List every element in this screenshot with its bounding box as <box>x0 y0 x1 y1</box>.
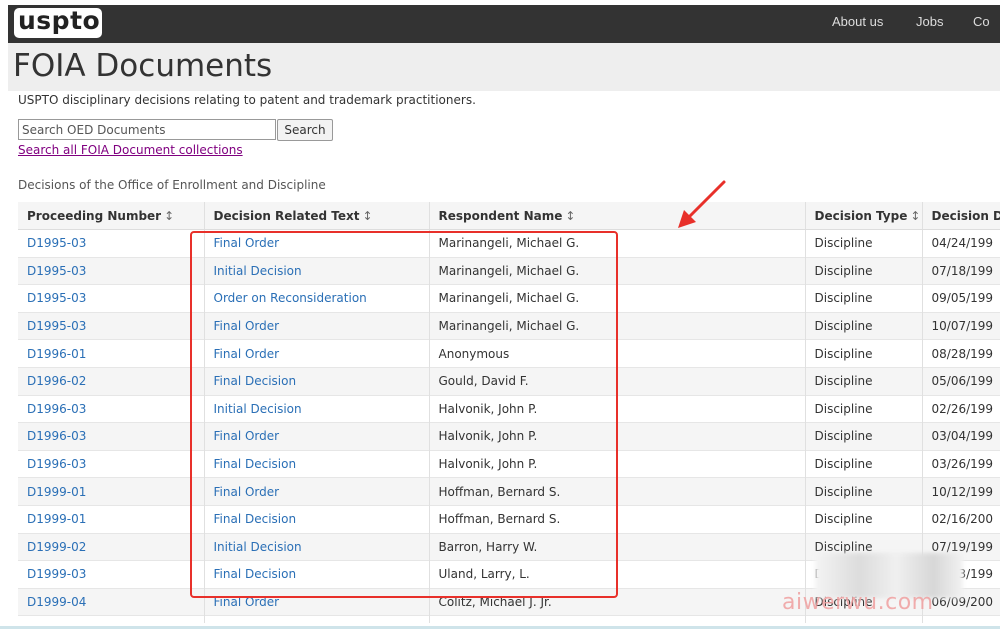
decision-type-cell: Discipline <box>804 394 922 423</box>
top-navbar: uspto About us Jobs Co <box>8 5 1000 43</box>
search-all-collections-link[interactable]: Search all FOIA Document collections <box>18 143 243 157</box>
decision-type-cell: Discipline <box>804 477 922 506</box>
proceeding-number-cell[interactable]: D1995-03 <box>18 284 204 313</box>
red-highlight-box <box>190 231 618 598</box>
sort-icon[interactable]: ↕ <box>363 209 373 223</box>
column-header-label: Decision Related Text <box>213 208 360 223</box>
decision-type-cell: Discipline <box>804 504 922 534</box>
sort-icon[interactable]: ↕ <box>565 209 575 223</box>
nav-contact[interactable]: Co <box>973 14 990 29</box>
decision-date-cell: 09/05/199 <box>921 284 1000 313</box>
red-arrow-icon <box>678 180 726 228</box>
decision-type-cell: Discipline <box>804 449 922 478</box>
nav-about-us[interactable]: About us <box>832 14 883 29</box>
table-row: D1999-05Initial DecisionGarmon, Judith F… <box>18 615 1000 623</box>
proceeding-number-cell[interactable]: D1996-03 <box>18 422 204 451</box>
proceeding-number-cell[interactable]: D1995-03 <box>18 256 204 285</box>
title-bar: FOIA Documents <box>8 43 1000 91</box>
decision-date-cell: 05/06/199 <box>921 366 1000 396</box>
search-button[interactable]: Search <box>277 119 333 141</box>
proceeding-number-cell[interactable]: D1995-03 <box>18 311 204 340</box>
column-header-label: Respondent Name <box>438 208 563 223</box>
decision-date-cell: 02/16/200 <box>921 504 1000 534</box>
proceeding-number-cell[interactable]: D1995-03 <box>18 229 204 258</box>
column-header-proceeding-number[interactable]: Proceeding Number ↕ <box>18 202 204 230</box>
sort-icon[interactable]: ↕ <box>910 209 920 223</box>
proceeding-number-cell[interactable]: D1999-05 <box>18 615 204 623</box>
decision-date-cell: 03/26/199 <box>921 449 1000 478</box>
decision-type-cell: Discipline <box>804 366 922 396</box>
page-subtitle: USPTO disciplinary decisions relating to… <box>18 93 476 107</box>
uspto-logo[interactable]: uspto <box>14 6 102 38</box>
decision-date-cell: 04/24/199 <box>921 229 1000 258</box>
decision-date-cell: 03/04/199 <box>921 422 1000 451</box>
proceeding-number-cell[interactable]: D1996-01 <box>18 339 204 368</box>
decision-date-cell: 06/09/200 <box>921 615 1000 623</box>
column-header-label: Decision D <box>931 208 1000 223</box>
decision-date-cell: 10/12/199 <box>921 477 1000 506</box>
column-header-decision-date[interactable]: Decision D <box>921 202 1000 230</box>
column-header-respondent-name[interactable]: Respondent Name ↕ <box>428 202 805 230</box>
decision-date-cell: 10/07/199 <box>921 311 1000 340</box>
proceeding-number-cell[interactable]: D1999-04 <box>18 587 204 616</box>
proceeding-number-cell[interactable]: D1996-02 <box>18 366 204 396</box>
column-header-decision-type[interactable]: Decision Type ↕ <box>804 202 922 230</box>
decision-type-cell: Discipline <box>804 422 922 451</box>
proceeding-number-cell[interactable]: D1999-03 <box>18 560 204 589</box>
sort-icon[interactable]: ↕ <box>164 209 174 223</box>
proceeding-number-cell[interactable]: D1999-01 <box>18 477 204 506</box>
decision-type-cell: Discipline <box>804 256 922 285</box>
watermark-text: aiwerwu.com <box>782 590 934 615</box>
logo-text: uspto <box>18 6 101 35</box>
decision-date-cell: 02/26/199 <box>921 394 1000 423</box>
decision-type-cell: Discipline <box>804 311 922 340</box>
column-header-label: Decision Type <box>814 208 908 223</box>
proceeding-number-cell[interactable]: D1999-02 <box>18 532 204 561</box>
page-title: FOIA Documents <box>13 48 273 84</box>
respondent-name-cell: Garmon, Judith F. <box>428 615 805 623</box>
decision-type-cell: Discipline <box>804 284 922 313</box>
decision-type-cell: Discipline <box>804 339 922 368</box>
search-input[interactable] <box>18 119 276 140</box>
proceeding-number-cell[interactable]: D1996-03 <box>18 449 204 478</box>
decision-text-link[interactable]: Initial Decision <box>203 615 429 623</box>
bottom-divider <box>0 626 1000 629</box>
nav-jobs[interactable]: Jobs <box>916 14 943 29</box>
decision-type-cell: Discipline <box>804 229 922 258</box>
column-header-label: Proceeding Number <box>27 208 162 223</box>
section-label: Decisions of the Office of Enrollment an… <box>18 178 326 192</box>
decision-type-cell: Discipline <box>804 615 922 623</box>
proceeding-number-cell[interactable]: D1996-03 <box>18 394 204 423</box>
decision-date-cell: 08/28/199 <box>921 339 1000 368</box>
column-header-decision-related-text[interactable]: Decision Related Text ↕ <box>203 202 429 230</box>
proceeding-number-cell[interactable]: D1999-01 <box>18 504 204 534</box>
table-header-row: Proceeding Number ↕ Decision Related Text… <box>18 202 1000 230</box>
decision-date-cell: 07/18/199 <box>921 256 1000 285</box>
